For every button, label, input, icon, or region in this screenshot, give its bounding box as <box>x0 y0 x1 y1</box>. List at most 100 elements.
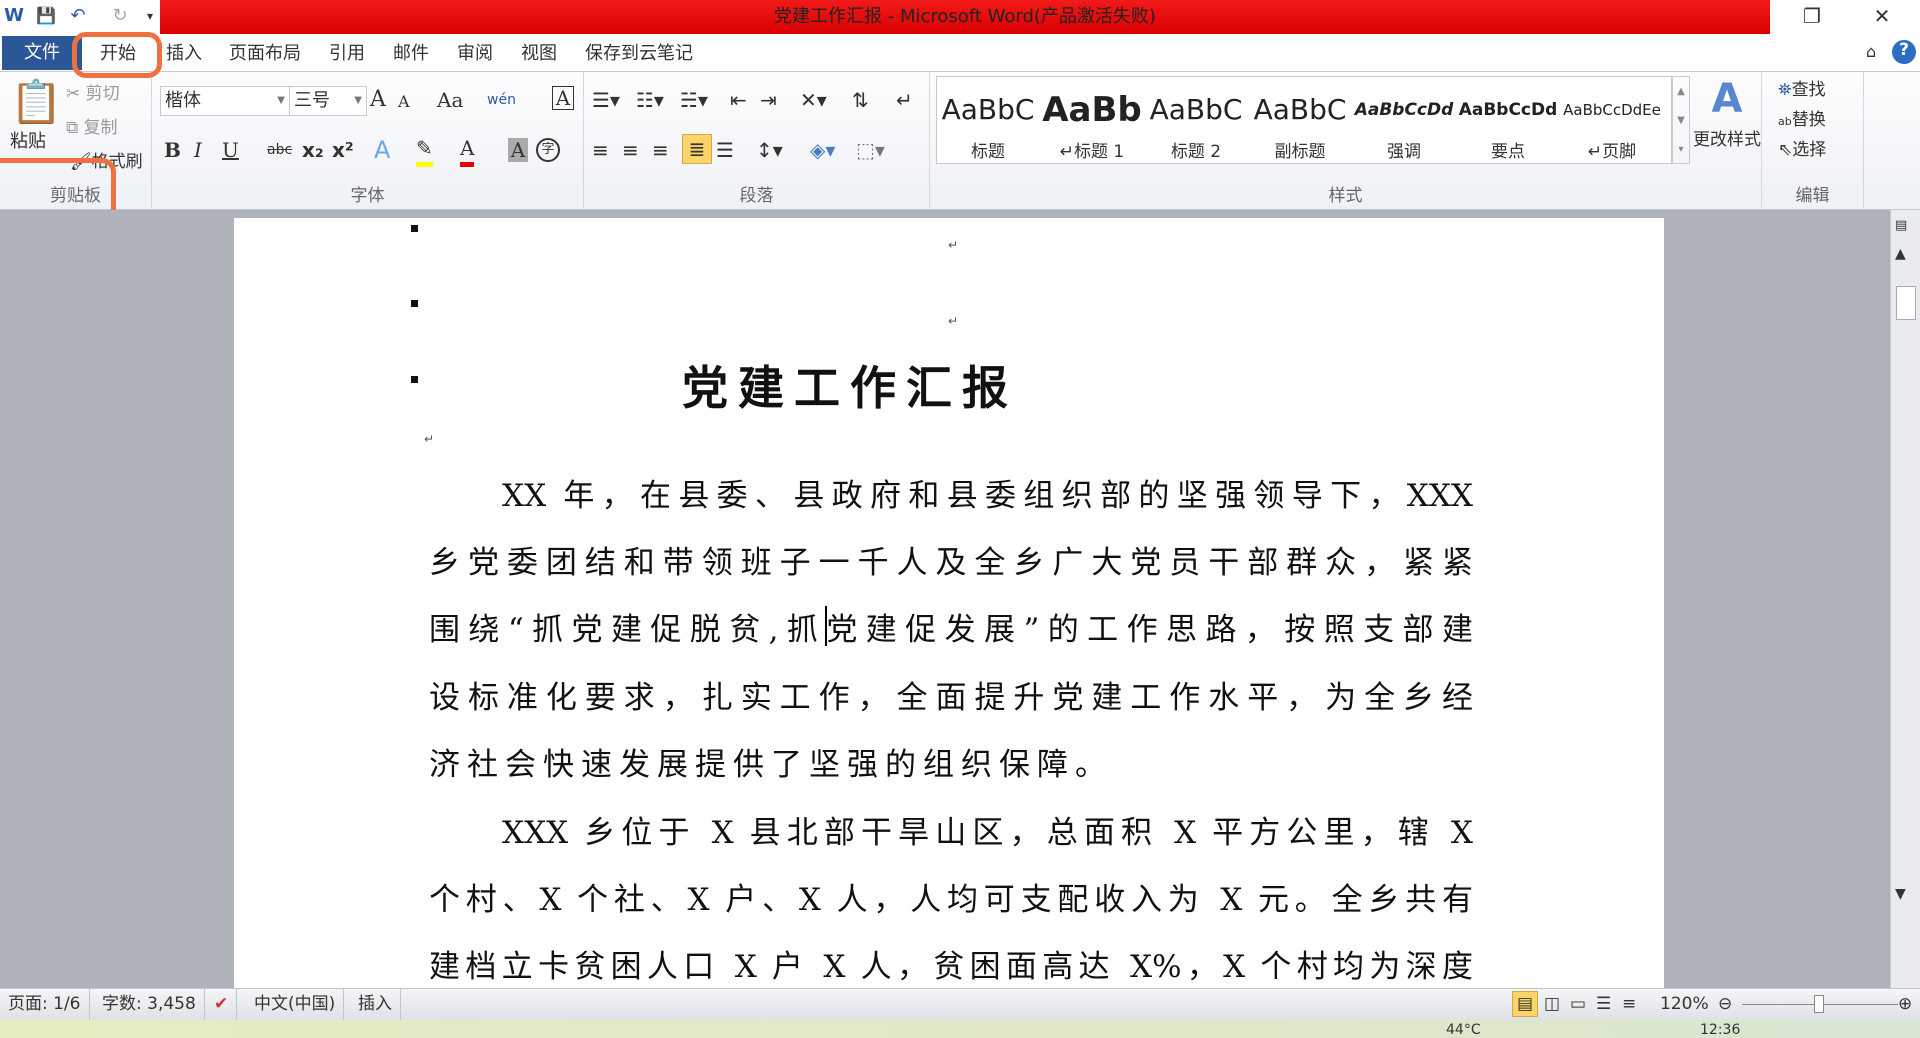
style-footer[interactable]: AaBbCcDdEe ↵页脚 <box>1561 89 1663 162</box>
style-heading-1[interactable]: AaBb ↵标题 1 <box>1041 89 1143 162</box>
undo-icon[interactable]: ↶ <box>66 4 90 28</box>
minimize-ribbon-icon[interactable]: ⌂ <box>1866 42 1876 61</box>
paragraph-group-label: 段落 <box>739 186 774 206</box>
align-right-icon[interactable]: ≡ <box>652 136 669 164</box>
page-count[interactable]: 页面: 1/6 <box>0 989 90 1020</box>
align-center-icon[interactable]: ≡ <box>622 136 639 164</box>
vertical-scrollbar[interactable]: ▤ ▲ ▼ <box>1890 210 1920 988</box>
replace-button[interactable]: ab替换 <box>1778 106 1826 136</box>
print-layout-icon[interactable]: ▤ <box>1512 991 1538 1017</box>
justify-icon[interactable]: ≣ <box>682 134 712 164</box>
ruler-toggle-icon[interactable]: ▤ <box>1895 218 1907 233</box>
text-cursor <box>825 606 827 646</box>
zoom-slider-thumb[interactable] <box>1814 995 1824 1013</box>
styles-gallery: AaBbC 标题 AaBb ↵标题 1 AaBbC 标题 2 AaBbC 副标题 AaB… <box>936 76 1672 164</box>
font-size-select[interactable]: 三号 ▼ <box>289 86 367 116</box>
style-title[interactable]: AaBbC 标题 <box>937 89 1039 162</box>
change-styles-button[interactable]: 更改样式 <box>1690 126 1764 154</box>
asian-layout-icon[interactable]: ✕▾ <box>800 86 827 114</box>
select-button[interactable]: ⇖选择 <box>1778 136 1826 164</box>
find-button[interactable]: ⛯查找 <box>1778 76 1826 104</box>
shading-icon[interactable]: ◈▾ <box>810 136 835 164</box>
align-left-icon[interactable]: ≡ <box>592 136 609 164</box>
bold-button[interactable]: B <box>164 136 181 164</box>
draft-icon[interactable]: ≡ <box>1622 989 1636 1019</box>
borders-icon[interactable]: ⬚▾ <box>856 136 885 164</box>
show-formatting-marks-icon[interactable]: ↵ <box>896 86 913 114</box>
paste-button[interactable]: 粘贴 <box>10 128 46 156</box>
zoom-level[interactable]: 120% <box>1660 989 1709 1019</box>
tab-save-to-cloud-notes[interactable]: 保存到云笔记 <box>585 38 693 70</box>
highlight-color-icon[interactable]: ✎ <box>416 134 433 167</box>
tab-review[interactable]: 审阅 <box>457 38 493 70</box>
character-border-icon[interactable]: A <box>552 86 574 110</box>
paragraph-mark-bullet <box>411 225 418 232</box>
proofing-icon[interactable]: ✔ <box>206 989 238 1020</box>
bullets-icon[interactable]: ☰▾ <box>592 86 620 114</box>
scroll-down-icon[interactable]: ▼ <box>1895 886 1906 902</box>
cursor-icon: ⇖ <box>1778 140 1793 160</box>
customize-quick-access-icon[interactable]: ▾ <box>138 4 162 28</box>
web-layout-icon[interactable]: ▭ <box>1570 989 1586 1019</box>
increase-indent-icon[interactable]: ⇥ <box>760 86 777 114</box>
close-button[interactable]: ✕ <box>1862 4 1902 32</box>
font-name-select[interactable]: 楷体 ▼ <box>160 86 290 116</box>
style-strong[interactable]: AaBbCcDd 要点 <box>1457 89 1559 162</box>
sort-icon[interactable]: ⇅ <box>852 86 869 114</box>
tab-insert[interactable]: 插入 <box>166 38 202 70</box>
numbering-icon[interactable]: ☷▾ <box>636 86 664 114</box>
tab-file[interactable]: 文件 <box>2 36 82 70</box>
font-color-icon[interactable]: A <box>460 134 475 167</box>
style-emphasis[interactable]: AaBbCcDd 强调 <box>1353 89 1455 162</box>
restore-button[interactable]: ❐ <box>1792 4 1832 32</box>
redo-icon[interactable]: ↻ <box>108 4 132 28</box>
underline-button[interactable]: U <box>222 136 239 164</box>
text-effects-icon[interactable]: A <box>374 136 390 164</box>
style-name: 强调 <box>1387 142 1421 162</box>
strikethrough-button[interactable]: abc <box>267 136 292 164</box>
tab-mailings[interactable]: 邮件 <box>393 38 429 70</box>
superscript-button[interactable]: x² <box>332 136 354 164</box>
replace-icon: ab <box>1778 115 1792 128</box>
document-line: 个村、X 个社、X 户、X 人，人均可支配收入为 X 元。全乡共有 <box>429 882 1473 918</box>
outline-icon[interactable]: ☰ <box>1596 989 1611 1019</box>
enclose-characters-icon[interactable]: 字 <box>536 138 560 162</box>
paragraph-mark: ↵ <box>424 432 435 446</box>
phonetic-guide-icon[interactable]: wén <box>487 86 516 114</box>
font-group-label: 字体 <box>350 186 385 206</box>
scroll-up-icon[interactable]: ▲ <box>1895 246 1906 262</box>
style-preview: AaBbC <box>1253 93 1347 126</box>
grow-font-icon[interactable]: A <box>370 86 386 114</box>
paste-icon[interactable]: 📋 <box>10 76 62 128</box>
document-page[interactable] <box>234 218 1664 988</box>
tab-page-layout[interactable]: 页面布局 <box>229 38 301 70</box>
word-count[interactable]: 字数: 3,458 <box>94 989 205 1020</box>
tab-view[interactable]: 视图 <box>521 38 557 70</box>
cut-button[interactable]: ✂ 剪切 <box>66 80 120 108</box>
style-subtitle[interactable]: AaBbC 副标题 <box>1249 89 1351 162</box>
styles-gallery-scroll[interactable]: ▲ ▼ ▾ <box>1672 76 1690 164</box>
multilevel-list-icon[interactable]: ☵▾ <box>680 86 708 114</box>
editing-group-label: 编辑 <box>1795 186 1830 206</box>
style-heading-2[interactable]: AaBbC 标题 2 <box>1145 89 1247 162</box>
insert-mode[interactable]: 插入 <box>350 989 401 1020</box>
tab-references[interactable]: 引用 <box>329 38 365 70</box>
document-line: XX 年，在县委、县政府和县委组织部的坚强领导下，XXX <box>502 478 1473 514</box>
full-screen-reading-icon[interactable]: ◫ <box>1544 989 1560 1019</box>
change-case-icon[interactable]: Aa <box>437 86 463 114</box>
zoom-out-icon[interactable]: ⊖ <box>1718 989 1732 1019</box>
language[interactable]: 中文(中国) <box>246 989 345 1020</box>
help-icon[interactable]: ? <box>1892 40 1916 64</box>
copy-button[interactable]: ⧉ 复制 <box>66 114 118 142</box>
zoom-in-icon[interactable]: ⊕ <box>1898 989 1912 1019</box>
italic-button[interactable]: I <box>194 136 202 164</box>
save-icon[interactable]: 💾 <box>34 4 58 28</box>
scroll-thumb[interactable] <box>1896 286 1916 320</box>
subscript-button[interactable]: x₂ <box>302 136 324 164</box>
shrink-font-icon[interactable]: A <box>398 88 410 116</box>
line-spacing-icon[interactable]: ↕▾ <box>756 136 783 164</box>
character-shading-icon[interactable]: A <box>508 138 528 162</box>
distributed-icon[interactable]: ☰ <box>716 136 734 164</box>
change-styles-icon[interactable]: A <box>1692 74 1762 124</box>
decrease-indent-icon[interactable]: ⇤ <box>730 86 747 114</box>
